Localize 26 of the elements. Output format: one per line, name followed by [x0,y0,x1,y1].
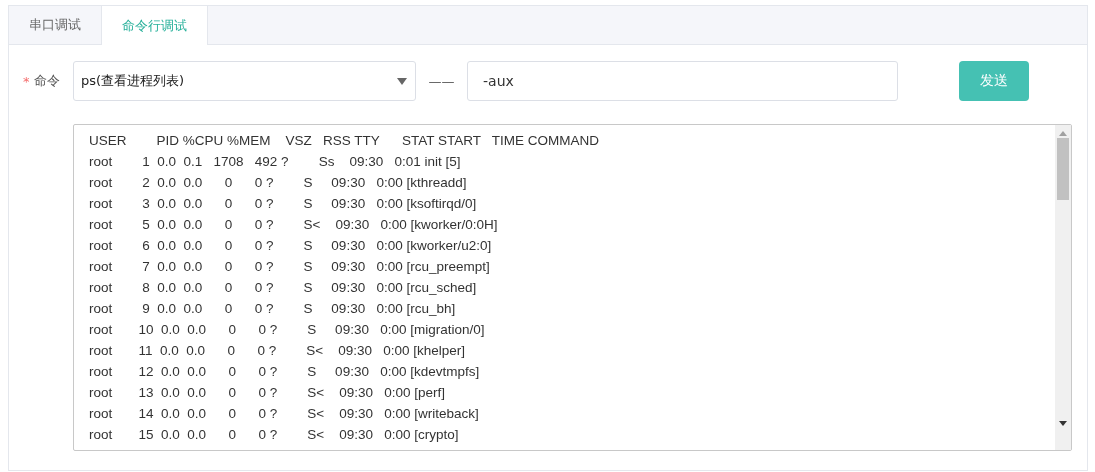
output-line: root 14 0.0 0.0 0 0 ? S< 09:30 0:00 [writeback] [89,405,479,423]
args-field[interactable]: -aux [467,61,898,101]
scroll-down-icon[interactable] [1059,421,1067,426]
output-line: root 11 0.0 0.0 0 0 ? S< 09:30 0:00 [khelper] [89,342,466,360]
scroll-up-icon[interactable] [1059,131,1067,136]
command-select[interactable]: ps(查看进程列表) [73,61,416,101]
output-line: root 1 0.0 0.1 1708 492 ? Ss 09:30 0:01 init [5] [89,153,461,171]
output-line: root 8 0.0 0.0 0 0 ? S 09:30 0:00 [rcu_sched] [89,279,477,297]
output-area[interactable] [73,124,1072,451]
output-line: root 10 0.0 0.0 0 0 ? S 09:30 0:00 [migration/0] [89,321,485,339]
output-line: root 15 0.0 0.0 0 0 ? S< 09:30 0:00 [crypto] [89,426,459,444]
caret-icon [397,77,407,85]
separator-text: —— [427,73,456,89]
output-line: root 6 0.0 0.0 0 0 ? S 09:30 0:00 [kworker/u2:0] [89,237,492,255]
scroll-thumb[interactable] [1057,138,1069,200]
output-line: root 13 0.0 0.0 0 0 ? S< 09:30 0:00 [perf] [89,384,446,402]
output-line: root 7 0.0 0.0 0 0 ? S 09:30 0:00 [rcu_preempt] [89,258,490,276]
output-line: root 2 0.0 0.0 0 0 ? S 09:30 0:00 [kthreadd] [89,174,467,192]
output-line: root 9 0.0 0.0 0 0 ? S 09:30 0:00 [rcu_bh] [89,300,456,318]
command-label: 命令 [33,72,60,90]
output-line: USER PID %CPU %MEM VSZ RSS TTY STAT START TIME COMMAND [89,132,600,150]
scrollbar[interactable] [1055,125,1071,450]
required-mark: * [23,73,30,89]
output-line: root 3 0.0 0.0 0 0 ? S 09:30 0:00 [ksoftirqd/0] [89,195,477,213]
output-line: root 12 0.0 0.0 0 0 ? S 09:30 0:00 [kdevtmpfs] [89,363,480,381]
output-line: root 5 0.0 0.0 0 0 ? S< 09:30 0:00 [kworker/0:0H] [89,216,498,234]
